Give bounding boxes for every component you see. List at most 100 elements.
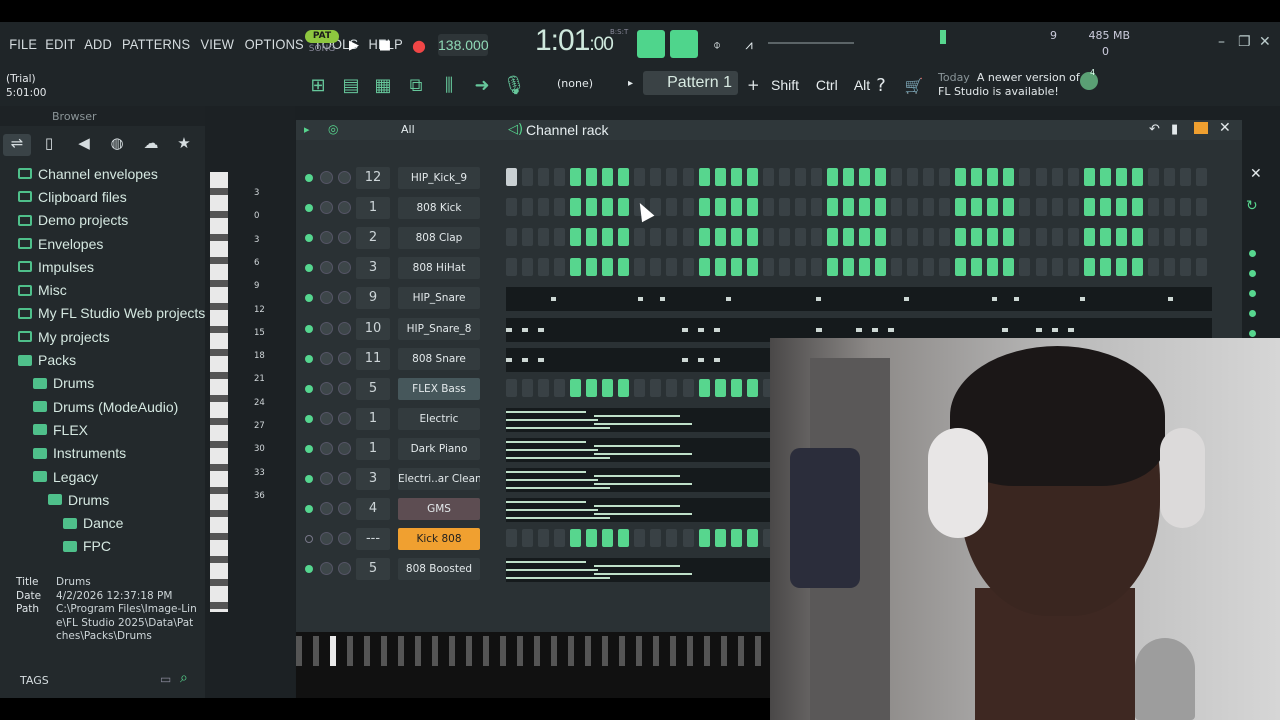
pan-knob[interactable] <box>338 201 351 215</box>
step-button[interactable] <box>939 168 951 186</box>
channel-row[interactable]: 2 808 Clap <box>296 225 1242 251</box>
rack-filter[interactable]: All <box>401 123 415 136</box>
step-button[interactable] <box>762 228 774 247</box>
step-button[interactable] <box>650 529 662 548</box>
mixer-track-number[interactable]: 5 <box>356 558 390 581</box>
step-button[interactable] <box>1163 168 1175 186</box>
master-volume-slider[interactable] <box>768 42 854 44</box>
step-button[interactable] <box>714 378 726 397</box>
piano-key[interactable] <box>534 636 540 666</box>
step-button[interactable] <box>634 378 646 397</box>
mini-piano[interactable] <box>210 172 228 612</box>
star-icon[interactable]: ★ <box>170 134 198 156</box>
volume-knob[interactable] <box>320 381 333 395</box>
step-button[interactable] <box>1019 258 1031 277</box>
step-button[interactable] <box>1131 228 1143 247</box>
cart-icon[interactable]: 🛒 <box>902 74 926 98</box>
step-button[interactable] <box>522 258 534 277</box>
step-button[interactable] <box>570 258 582 277</box>
step-button[interactable] <box>1035 168 1047 186</box>
pan-knob[interactable] <box>338 472 351 485</box>
step-button[interactable] <box>794 168 806 186</box>
step-button[interactable] <box>602 378 614 397</box>
step-button[interactable] <box>794 198 806 217</box>
channel-name-button[interactable]: HIP_Kick_9 <box>398 167 480 189</box>
graph-editor-icon[interactable]: ▮ <box>1171 122 1178 137</box>
step-button[interactable] <box>859 258 870 277</box>
step-button[interactable] <box>570 198 582 217</box>
step-button[interactable] <box>1051 228 1063 247</box>
piano-key[interactable] <box>432 636 438 666</box>
step-button[interactable] <box>650 258 662 277</box>
step-button[interactable] <box>618 258 630 277</box>
mixer-track-number[interactable]: 3 <box>356 257 390 280</box>
step-button[interactable] <box>842 258 854 277</box>
step-button[interactable] <box>730 529 742 548</box>
volume-knob[interactable] <box>320 201 333 215</box>
piano-keys-strip[interactable] <box>296 632 770 698</box>
step-button[interactable] <box>1115 198 1127 217</box>
browser-item[interactable]: My FL Studio Web projects <box>0 302 205 325</box>
step-button[interactable] <box>971 198 983 217</box>
menu-view[interactable]: VIEW <box>201 36 235 52</box>
step-button[interactable] <box>1051 198 1063 217</box>
play-icon[interactable]: ▶ <box>343 34 365 56</box>
step-button[interactable] <box>923 258 935 277</box>
step-button[interactable] <box>923 228 935 247</box>
step-button[interactable] <box>1179 168 1191 186</box>
volume-knob[interactable] <box>320 502 333 516</box>
step-button[interactable] <box>746 529 758 548</box>
step-button[interactable] <box>987 198 999 217</box>
chevron-right-icon[interactable]: ▸ <box>628 78 633 89</box>
step-button[interactable] <box>650 168 662 186</box>
volume-knob[interactable] <box>320 411 333 425</box>
piano-roll-icon[interactable]: ▦ <box>371 74 395 98</box>
step-button[interactable] <box>522 168 534 186</box>
pan-knob[interactable] <box>338 171 351 184</box>
metronome-icon[interactable]: ⩘ <box>738 34 760 56</box>
step-button[interactable] <box>842 198 854 217</box>
step-button[interactable] <box>570 378 582 397</box>
step-button[interactable] <box>1099 168 1111 186</box>
step-button[interactable] <box>939 228 951 247</box>
step-button[interactable] <box>650 228 662 247</box>
step-button[interactable] <box>1003 198 1015 217</box>
tempo-display[interactable]: 138.000 <box>438 34 489 56</box>
browser-item[interactable]: Dance <box>0 511 205 534</box>
browser-item[interactable]: Channel envelopes <box>0 162 205 185</box>
channel-name-button[interactable]: Electric <box>398 407 480 430</box>
step-button[interactable] <box>1099 258 1111 277</box>
piano-key[interactable] <box>721 636 727 666</box>
step-button[interactable] <box>1019 228 1031 247</box>
step-button[interactable] <box>859 198 870 217</box>
step-button[interactable] <box>682 228 694 247</box>
mixer-track-number[interactable]: 1 <box>356 407 390 430</box>
step-button[interactable] <box>955 168 967 186</box>
close-panel-icon[interactable]: ✕ <box>1250 166 1262 182</box>
step-button[interactable] <box>714 198 726 217</box>
step-button[interactable] <box>1003 258 1015 277</box>
step-button[interactable] <box>538 198 550 217</box>
channel-mute-led[interactable] <box>305 204 313 213</box>
step-button[interactable] <box>859 168 870 186</box>
step-button[interactable] <box>698 168 710 186</box>
volume-knob[interactable] <box>320 562 333 576</box>
mixer-track-number[interactable]: 1 <box>356 197 390 220</box>
step-button[interactable] <box>506 198 517 217</box>
step-button[interactable] <box>506 168 517 186</box>
step-button[interactable] <box>602 228 614 247</box>
step-button[interactable] <box>875 228 887 247</box>
piano-key[interactable] <box>449 636 455 666</box>
browser-item[interactable]: My projects <box>0 325 205 348</box>
step-button[interactable] <box>1147 198 1159 217</box>
browser-item[interactable]: Misc <box>0 278 205 301</box>
stop-icon[interactable]: ■ <box>374 34 396 56</box>
browser-item[interactable]: Instruments <box>0 442 205 465</box>
browser-item[interactable]: Demo projects <box>0 209 205 232</box>
step-button[interactable] <box>602 168 614 186</box>
step-button[interactable] <box>1195 168 1207 186</box>
pan-knob[interactable] <box>338 291 351 305</box>
pat-song-toggle[interactable]: PAT SONG <box>305 30 339 60</box>
step-button[interactable] <box>810 258 822 277</box>
channel-row[interactable]: 3 808 HiHat <box>296 255 1242 281</box>
